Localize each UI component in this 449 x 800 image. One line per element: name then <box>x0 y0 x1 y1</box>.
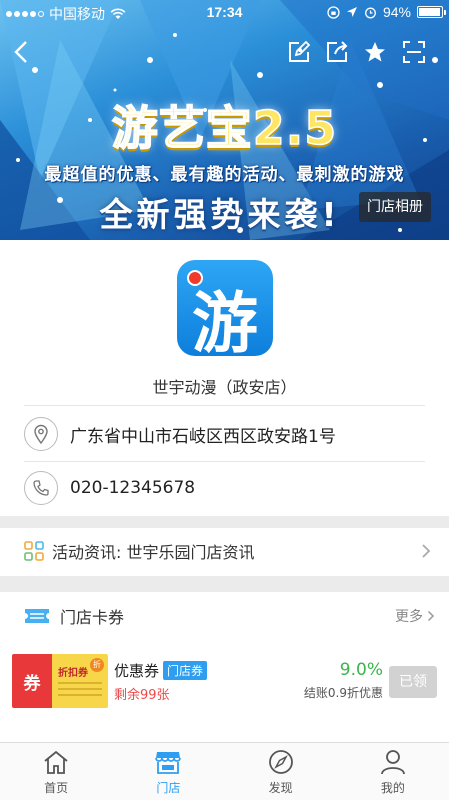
coupon-type-badge: 门店券 <box>163 661 208 680</box>
divider <box>24 405 425 406</box>
tab-store[interactable]: 门店 <box>112 743 224 800</box>
bottom-tab-bar: 首页 门店 发现 我的 <box>0 742 449 800</box>
home-icon <box>44 750 68 774</box>
coupon-remaining: 剩余99张 <box>114 688 170 703</box>
more-label: 更多 <box>395 609 423 625</box>
tab-label: 发现 <box>268 781 293 795</box>
tab-label: 首页 <box>44 781 69 795</box>
coupon-image-badge: 折 <box>90 658 104 672</box>
coupon-claimed-button[interactable]: 已领 <box>389 666 437 698</box>
tab-home[interactable]: 首页 <box>0 743 112 800</box>
back-icon[interactable] <box>8 38 36 66</box>
section-gap <box>0 576 449 592</box>
more-cards-link[interactable]: 更多 <box>395 606 435 626</box>
share-icon[interactable] <box>323 38 351 66</box>
store-banner: 中国移动 17:34 94% 游艺宝2.5 最超值的优惠、最有趣的活动、最刺激的… <box>0 0 449 240</box>
star-icon[interactable] <box>361 38 389 66</box>
grid-icon <box>24 541 44 561</box>
store-logo: 游 <box>177 260 273 356</box>
store-icon <box>155 752 182 774</box>
coupon-name: 优惠券 <box>114 662 160 680</box>
compass-icon <box>268 750 293 774</box>
cards-section-header: 门店卡券 <box>0 592 449 640</box>
coupon-image: 券 折扣券 折 <box>12 654 108 708</box>
phone-icon <box>24 471 58 505</box>
activity-news-row[interactable]: 活动资讯: 世宇乐园门店资讯 <box>0 528 449 574</box>
coupon-title: 优惠券 门店券 <box>114 660 208 681</box>
tab-label: 门店 <box>156 781 181 795</box>
chevron-right-icon <box>422 544 431 558</box>
tab-label: 我的 <box>380 781 405 795</box>
user-icon <box>380 750 405 775</box>
battery-icon <box>417 6 446 18</box>
location-pin-icon <box>24 417 58 451</box>
battery-percent: 94% <box>382 4 411 20</box>
store-address: 广东省中山市石岐区西区政安路1号 <box>70 426 336 447</box>
status-bar: 中国移动 17:34 94% <box>0 0 449 24</box>
location-icon <box>346 7 357 17</box>
rotation-lock-icon <box>327 5 340 19</box>
store-name: 世宇动漫（政安店） <box>152 378 297 397</box>
store-phone: 020-12345678 <box>70 478 196 498</box>
promo-title: 游艺宝2.5 <box>111 100 338 156</box>
cards-section-title: 门店卡券 <box>60 608 125 627</box>
address-row[interactable]: 广东省中山市石岐区西区政安路1号 <box>24 408 425 460</box>
coupon-rate: 9.0% <box>339 660 383 680</box>
coupon-note: 结账0.9折优惠 <box>303 686 383 700</box>
tab-discover[interactable]: 发现 <box>225 743 337 800</box>
alarm-icon <box>365 7 376 18</box>
logo-dot <box>187 270 203 286</box>
promo-headline: 全新强势来袭! <box>99 195 341 234</box>
edit-icon[interactable] <box>285 38 313 66</box>
coupon-image-lines <box>58 682 102 700</box>
store-album-button[interactable]: 门店相册 <box>359 192 431 222</box>
section-gap <box>0 516 449 528</box>
coupon-image-red: 券 <box>12 654 52 708</box>
chevron-right-icon <box>427 610 435 622</box>
phone-row[interactable]: 020-12345678 <box>24 462 425 514</box>
tab-profile[interactable]: 我的 <box>337 743 449 800</box>
ticket-icon <box>25 609 49 623</box>
coupon-item[interactable]: 券 折扣券 折 优惠券 门店券 剩余99张 9.0% 结账0.9折优惠 已领 <box>0 648 449 718</box>
activity-news-label: 活动资讯: 世宇乐园门店资讯 <box>52 543 255 562</box>
coupon-image-tag: 折扣券 <box>58 668 88 679</box>
store-toolbar <box>0 32 449 72</box>
scan-icon[interactable] <box>400 38 428 66</box>
promo-subtitle: 最超值的优惠、最有趣的活动、最刺激的游戏 <box>44 165 405 185</box>
